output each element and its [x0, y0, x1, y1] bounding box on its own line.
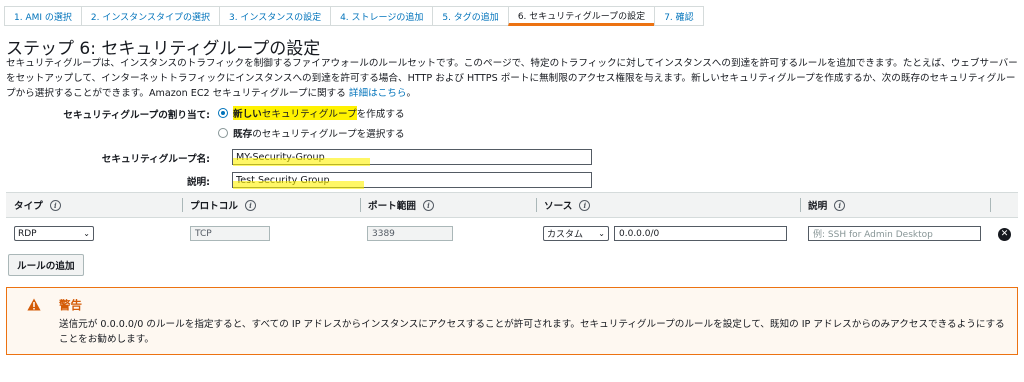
rule-port-field: 3389: [367, 226, 453, 241]
header-actions: [990, 193, 1018, 217]
group-name-label: セキュリティグループ名:: [101, 154, 210, 165]
tab-review[interactable]: 7. 確認: [654, 6, 704, 26]
radio-new-bold: 新しい: [233, 109, 262, 120]
info-icon[interactable]: i: [49, 199, 61, 211]
radio-existing-button[interactable]: [218, 128, 228, 138]
radio-new-button[interactable]: [218, 108, 228, 118]
header-protocol: プロトコル i: [182, 193, 360, 217]
header-protocol-label: プロトコル: [190, 201, 238, 212]
rule-source-type-value: カスタム: [547, 230, 584, 240]
group-desc-label: 説明:: [186, 177, 210, 188]
chevron-down-icon: ⌄: [83, 229, 90, 238]
radio-new-rest: を作成する: [356, 109, 405, 120]
tab-ami[interactable]: 1. AMI の選択: [4, 6, 81, 26]
rule-description-input[interactable]: 例: SSH for Admin Desktop: [808, 226, 981, 241]
radio-existing-rest: のセキュリティグループを選択する: [252, 129, 405, 140]
info-icon[interactable]: i: [579, 199, 591, 211]
info-icon[interactable]: i: [422, 199, 434, 211]
header-type-label: タイプ: [14, 201, 43, 212]
info-icon[interactable]: i: [834, 199, 846, 211]
header-source-label: ソース: [544, 201, 573, 212]
highlight-desc: [233, 181, 364, 189]
tab-storage[interactable]: 4. ストレージの追加: [330, 6, 433, 26]
add-rule-button[interactable]: ルールの追加: [8, 254, 84, 276]
rules-table-header: タイプ i プロトコル i ポート範囲 i ソース i 説明 i: [6, 192, 1018, 218]
header-source: ソース i: [536, 193, 800, 217]
remove-circle-icon[interactable]: ✕: [998, 228, 1011, 241]
column-divider: [990, 198, 991, 212]
chevron-down-icon: ⌄: [598, 229, 605, 238]
rule-description-placeholder: 例: SSH for Admin Desktop: [813, 230, 933, 240]
warning-alert: 警告 送信元が 0.0.0.0/0 のルールを指定すると、すべての IP アドレ…: [6, 287, 1018, 355]
column-divider: [800, 198, 801, 212]
warning-title: 警告: [59, 298, 82, 312]
column-divider: [182, 198, 183, 212]
tab-instance-type[interactable]: 2. インスタンスタイプの選択: [80, 6, 219, 26]
radio-existing-group[interactable]: 既存のセキュリティグループを選択する: [218, 126, 405, 140]
rule-type-value: RDP: [18, 228, 37, 239]
tab-tags[interactable]: 5. タグの追加: [432, 6, 508, 26]
highlight-name: [233, 158, 370, 166]
column-divider: [536, 198, 537, 212]
warning-body: 送信元が 0.0.0.0/0 のルールを指定すると、すべての IP アドレスから…: [59, 319, 1005, 345]
info-icon[interactable]: i: [244, 199, 256, 211]
radio-existing-label: 既存のセキュリティグループを選択する: [233, 126, 405, 140]
header-port-label: ポート範囲: [368, 201, 416, 212]
rule-source-input[interactable]: 0.0.0.0/0: [614, 226, 787, 241]
description-text: セキュリティグループは、インスタンスのトラフィックを制御するファイアウォールのル…: [6, 58, 1018, 99]
header-description: 説明 i: [800, 193, 990, 217]
rule-protocol-field: TCP: [190, 226, 270, 241]
assign-label: セキュリティグループの割り当て:: [63, 110, 210, 121]
wizard-tabs: 1. AMI の選択 2. インスタンスタイプの選択 3. インスタンスの設定 …: [4, 6, 704, 26]
radio-new-mid: セキュリティグループ: [261, 109, 357, 120]
tab-security-group[interactable]: 6. セキュリティグループの設定: [507, 6, 655, 26]
radio-new-label: 新しいセキュリティグループ: [233, 106, 357, 120]
column-divider: [360, 198, 361, 212]
warning-triangle-icon: [27, 298, 41, 311]
header-type: タイプ i: [6, 193, 182, 217]
tab-instance-config[interactable]: 3. インスタンスの設定: [218, 6, 331, 26]
header-description-label: 説明: [808, 201, 828, 212]
radio-existing-bold: 既存: [233, 129, 253, 140]
description-suffix: 。: [406, 88, 417, 99]
page-description: セキュリティグループは、インスタンスのトラフィックを制御するファイアウォールのル…: [6, 56, 1020, 101]
details-link[interactable]: 詳細はこちら: [349, 88, 407, 99]
rule-source-select[interactable]: カスタム ⌄: [543, 226, 609, 241]
header-port: ポート範囲 i: [360, 193, 536, 217]
rule-type-select[interactable]: RDP ⌄: [14, 226, 94, 241]
radio-new-group[interactable]: 新しいセキュリティグループ を作成する: [218, 106, 405, 120]
